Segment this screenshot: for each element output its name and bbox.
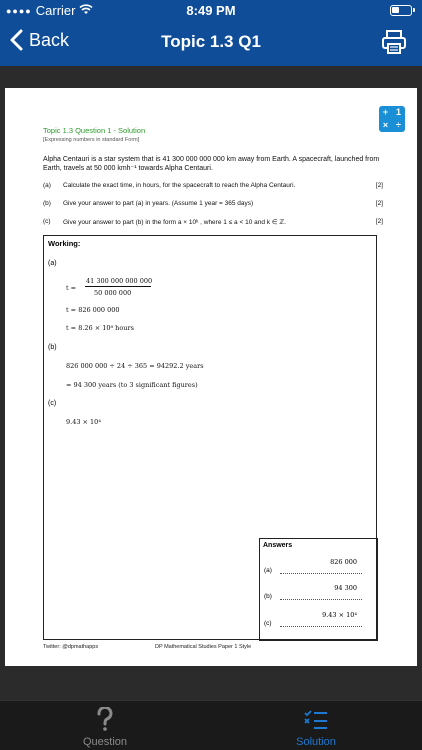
app-logo: + 1 × ÷ xyxy=(379,106,405,132)
footer-paper-style: DP Mathematical Studies Paper 1 Style xyxy=(155,644,252,650)
question-label: (b) xyxy=(43,200,51,207)
tab-label: Question xyxy=(82,736,128,748)
question-intro: Alpha Centauri is a star system that is … xyxy=(43,156,380,172)
question-marks: [2] xyxy=(375,218,383,225)
working-line: t = 826 000 000 xyxy=(66,306,120,314)
answer-value: 826 000 xyxy=(330,558,357,566)
working-box: Working: (a) t = 41 300 000 000 000 50 0… xyxy=(43,235,378,641)
top-bar: ●●●● Carrier 8:49 PM Back Topic 1.3 Q1 xyxy=(0,0,422,66)
page-title: Topic 1.3 Q1 xyxy=(161,32,261,51)
answers-heading: Answers xyxy=(263,542,293,549)
navigation-bar: Back Topic 1.3 Q1 xyxy=(0,20,422,66)
answer-line xyxy=(280,567,362,574)
answer-label: (a) xyxy=(264,567,272,574)
question-marks: [2] xyxy=(375,182,383,189)
document-title: Topic 1.3 Question 1 - Solution xyxy=(43,126,146,135)
divide-icon: ÷ xyxy=(396,120,401,130)
working-line: 9.43 × 10⁴ xyxy=(66,418,101,426)
question-marks: [2] xyxy=(375,200,383,207)
answers-box: Answers 826 000 (a) 94 300 (b) 9.43 × 10… xyxy=(259,538,378,641)
tab-question[interactable]: Question xyxy=(45,701,165,750)
working-heading: Working: xyxy=(48,239,81,248)
document-subtitle: [Expressing numbers in standard Form] xyxy=(43,137,140,143)
times-icon: × xyxy=(382,120,389,130)
question-label: (c) xyxy=(43,218,51,225)
question-text: Calculate the exact time, in hours, for … xyxy=(63,182,296,189)
fraction-denominator: 50 000 000 xyxy=(94,289,132,297)
status-bar: ●●●● Carrier 8:49 PM xyxy=(0,0,422,20)
tab-bar: Question Solution xyxy=(0,700,422,750)
checklist-icon xyxy=(304,710,327,729)
working-part-c-label: (c) xyxy=(48,400,57,407)
working-line: 826 000 000 ÷ 24 ÷ 365 = 94292.2 years xyxy=(66,362,204,370)
answer-value: 9.43 × 10⁴ xyxy=(322,611,357,619)
question-text: Give your answer to part (b) in the form… xyxy=(63,219,286,226)
one-icon: 1 xyxy=(395,107,401,117)
tab-label: Solution xyxy=(296,736,336,748)
printer-icon[interactable] xyxy=(380,28,408,56)
working-part-a-label: (a) xyxy=(48,260,57,267)
fraction-bar xyxy=(85,286,151,287)
working-part-b-label: (b) xyxy=(48,344,57,351)
plus-icon: + xyxy=(382,107,389,117)
t-equals: t = xyxy=(66,284,77,292)
answer-label: (c) xyxy=(264,620,272,627)
question-label: (a) xyxy=(43,182,51,189)
status-time: 8:49 PM xyxy=(186,3,236,18)
solution-document: + 1 × ÷ Topic 1.3 Question 1 - Solution … xyxy=(5,88,417,666)
battery-icon xyxy=(390,5,415,16)
tab-solution[interactable]: Solution xyxy=(256,701,376,750)
working-line: = 94 300 years (to 3 significant figures… xyxy=(66,381,198,389)
footer-twitter: Twitter: @dpmathapps xyxy=(43,644,99,650)
question-mark-icon xyxy=(97,707,113,731)
working-line: t = 8.26 × 10⁸ hours xyxy=(66,324,134,332)
question-text: Give your answer to part (a) in years. (… xyxy=(63,200,254,207)
answer-line xyxy=(280,620,362,627)
answer-line xyxy=(280,593,362,600)
fraction-numerator: 41 300 000 000 000 xyxy=(86,277,153,285)
answer-value: 94 300 xyxy=(334,584,357,592)
answer-label: (b) xyxy=(264,593,272,600)
battery-fill xyxy=(392,7,399,13)
